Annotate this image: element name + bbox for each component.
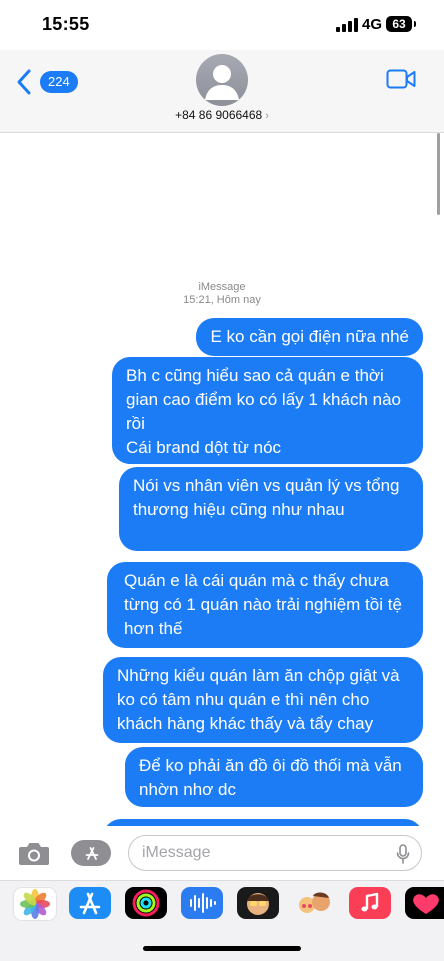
back-button[interactable]: 224 — [14, 68, 78, 96]
app-store-app-icon[interactable] — [69, 887, 111, 919]
contact-avatar[interactable] — [196, 54, 248, 106]
music-note-icon — [361, 892, 379, 912]
contact-name[interactable]: +84 86 9066468 › — [0, 108, 444, 122]
signal-icon — [336, 18, 358, 32]
message-bubble[interactable]: E ko cần gọi điện nữa nhé — [196, 318, 423, 356]
network-label: 4G — [362, 16, 383, 33]
message-bubble[interactable]: Để ko phải ăn đồ ôi đồ thối mà vẫn nhờn … — [125, 747, 423, 807]
home-indicator[interactable] — [143, 946, 301, 951]
message-bubble[interactable]: Bh c cũng hiểu sao cả quán e thời gian c… — [112, 357, 423, 464]
person-icon — [205, 65, 239, 100]
battery-tip — [414, 21, 416, 27]
status-bar: 15:55 4G 63 — [0, 0, 444, 50]
app-store-icon — [85, 847, 99, 860]
chevron-right-icon: › — [265, 110, 269, 122]
activity-rings-icon — [132, 889, 160, 917]
battery-icon: 63 — [386, 16, 412, 32]
message-bubble-partial[interactable] — [103, 819, 423, 826]
waveform-icon — [190, 893, 216, 913]
message-bubble[interactable]: Quán e là cái quán mà c thấy chưa từng c… — [107, 562, 423, 648]
audio-message-app-icon[interactable] — [181, 887, 223, 919]
app-store-button[interactable] — [71, 840, 111, 866]
video-call-icon[interactable] — [386, 68, 416, 90]
app-store-glyph — [79, 892, 101, 915]
compose-bar — [0, 826, 444, 880]
memoji-face-icon — [247, 893, 269, 915]
message-input[interactable] — [128, 835, 422, 871]
fitness-app-icon[interactable] — [125, 887, 167, 919]
digital-touch-app-icon[interactable] — [405, 887, 444, 919]
camera-icon[interactable] — [18, 840, 50, 866]
music-app-icon[interactable] — [349, 887, 391, 919]
unread-count-badge: 224 — [40, 71, 78, 93]
message-bubble[interactable]: Nói vs nhân viên vs quản lý vs tổng thươ… — [119, 467, 423, 551]
photos-app-icon[interactable] — [13, 887, 57, 921]
memoji-app-icon[interactable] — [237, 887, 279, 919]
photos-flower-icon — [20, 889, 50, 919]
chevron-left-icon — [17, 69, 31, 95]
heart-icon — [413, 894, 439, 914]
thread-meta: iMessage 15:21, Hôm nay — [0, 281, 444, 307]
sticker-faces-icon — [299, 892, 330, 913]
message-thread[interactable]: iMessage 15:21, Hôm nay E ko cần gọi điệ… — [0, 133, 444, 826]
service-label: iMessage — [198, 281, 246, 293]
memoji-stickers-app-icon[interactable] — [293, 887, 335, 919]
contact-number: +84 86 9066468 — [175, 108, 263, 122]
timestamp: 15:21, Hôm nay — [183, 294, 261, 306]
conversation-header: 224 +84 86 9066468 › — [0, 50, 444, 133]
app-drawer — [0, 880, 444, 961]
status-time: 15:55 — [42, 14, 90, 34]
scrollbar[interactable] — [437, 133, 440, 215]
microphone-icon[interactable] — [395, 844, 411, 864]
message-bubble[interactable]: Những kiểu quán làm ăn chộp giật và ko c… — [103, 657, 423, 743]
